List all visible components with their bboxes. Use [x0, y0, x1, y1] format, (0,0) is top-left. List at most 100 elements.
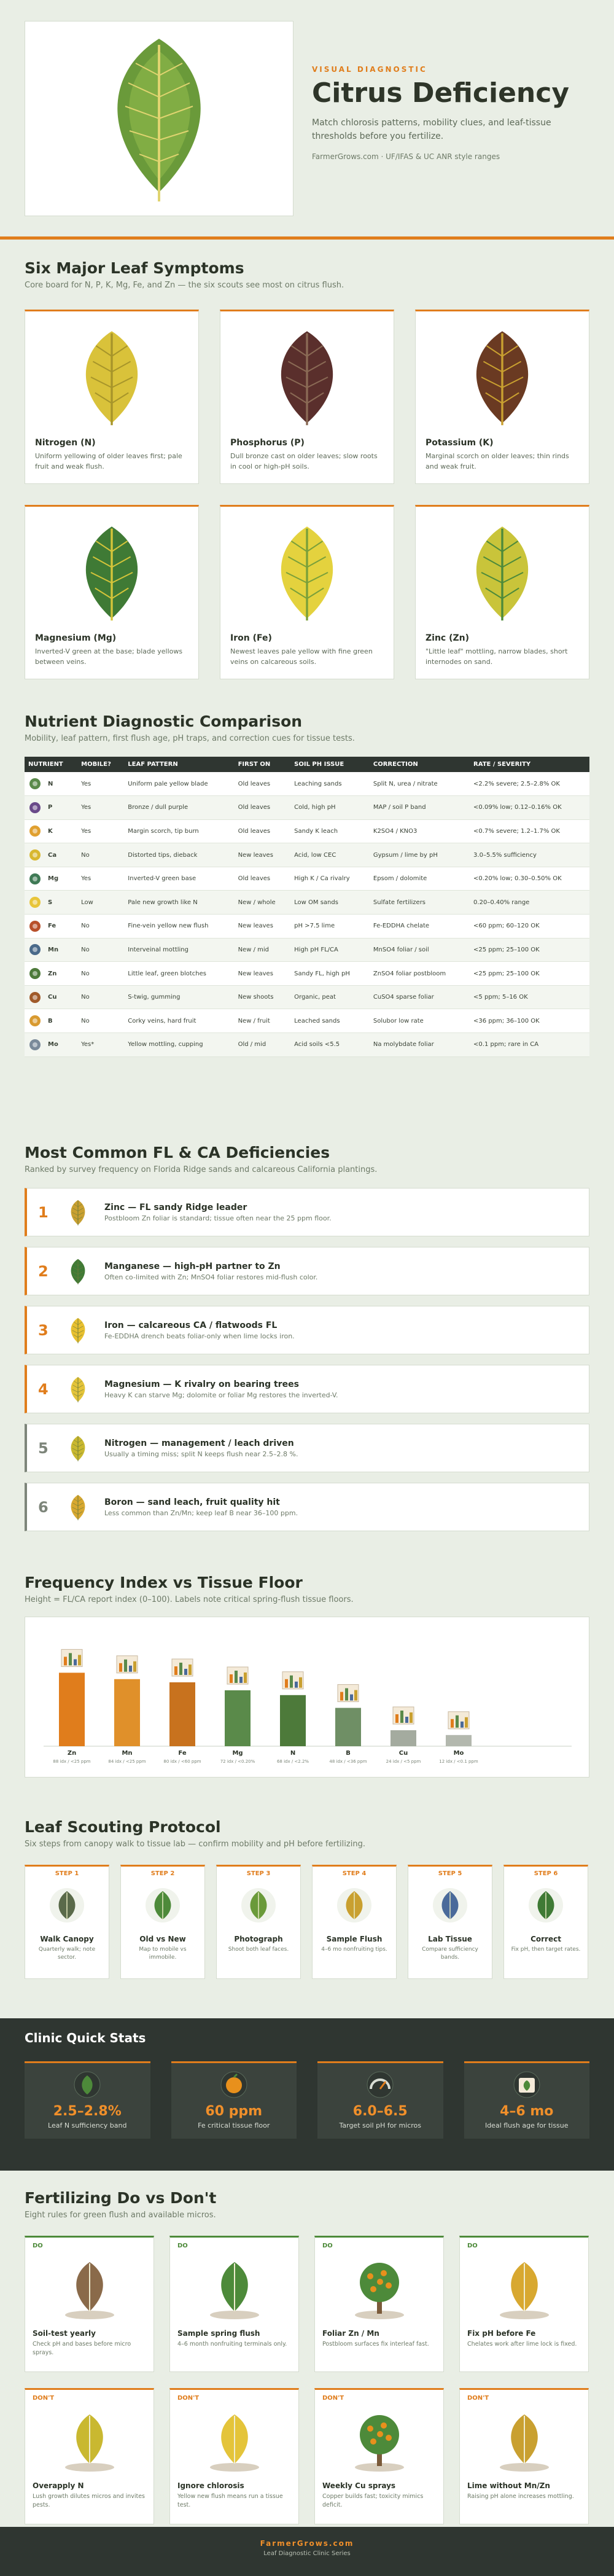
symptom-card[interactable]: Nitrogen (N) Uniform yellowing of older l… [25, 310, 199, 484]
nutrient-cell: Fe [25, 914, 78, 939]
deficiency-row[interactable]: 5 Nitrogen — management / leach driven Usu… [25, 1424, 589, 1472]
symptom-card[interactable]: Iron (Fe) Newest leaves pale yellow with … [220, 505, 394, 679]
card-image [177, 2404, 291, 2478]
footer-brand[interactable]: FarmerGrows.com [0, 2539, 614, 2548]
do-card[interactable]: DO Sample spring flush 4–6 month nonfruiti… [169, 2236, 299, 2372]
nutrient-icon [29, 778, 41, 790]
cell-first: New leaves [234, 914, 291, 939]
symptom-card[interactable]: Zinc (Zn) "Little leaf" mottling, narrow … [415, 505, 589, 679]
leaf-icon [476, 526, 529, 621]
dont-card[interactable]: DON'T Ignore chlorosis Yellow new flush me… [169, 2388, 299, 2524]
nutrient-icon [29, 873, 41, 884]
cell-fix: Epsom / dolomite [369, 867, 470, 891]
chart-bar [114, 1679, 140, 1746]
cell-ph: Leaching sands [290, 772, 370, 797]
deficiency-row[interactable]: 2 Manganese — high-pH partner to Zn Often … [25, 1247, 589, 1295]
nutrient-symbol-label: S [48, 899, 53, 906]
cell-first: New shoots [234, 985, 291, 1010]
cell-first: Old leaves [234, 819, 291, 844]
do-card[interactable]: DO Soil-test yearly Check pH and bases bef… [25, 2236, 154, 2372]
stat-value: 4–6 mo [500, 2104, 554, 2119]
table-row: Zn No Little leaf, green blotches New leave… [25, 961, 589, 986]
nutrient-table: NUTRIENT MOBILE? LEAF PATTERN FIRST ON SOIL … [25, 757, 589, 1057]
symptom-card[interactable]: Potassium (K) Marginal scorch on older le… [415, 310, 589, 484]
cell-pattern: Interveinal mottling [124, 938, 235, 962]
protocol-step[interactable]: STEP 3 Photograph Shoot both leaf faces. [216, 1865, 301, 1979]
do-dont-section: Fertilizing Do vs Don't Eight rules for … [0, 2171, 614, 2527]
symptom-image [230, 319, 384, 435]
symptom-name: Zinc (Zn) [426, 633, 470, 643]
step-title: Correct [530, 1935, 561, 1943]
nutrient-icon [29, 920, 41, 932]
table-header-cell: SOIL PH ISSUE [290, 757, 370, 772]
chart-category-label: Mo [454, 1750, 464, 1757]
symptom-name: Iron (Fe) [230, 633, 272, 643]
dont-card[interactable]: DON'T Overapply N Lush growth dilutes micr… [25, 2388, 154, 2524]
dodont-subtitle: Eight rules for green flush and availabl… [25, 2211, 216, 2220]
step-icon-wrap [29, 1881, 105, 1930]
stat-value: 60 ppm [205, 2104, 263, 2119]
protocol-steps: STEP 1 Walk Canopy Quarterly walk; note se… [25, 1865, 589, 1979]
table-header-cell: NUTRIENT [25, 757, 78, 772]
deficiency-row[interactable]: 4 Magnesium — K rivalry on bearing trees H… [25, 1365, 589, 1413]
table-header-cell: RATE / SEVERITY [470, 757, 589, 772]
cell-mobile: No [77, 914, 125, 939]
deficiency-icon [63, 1374, 93, 1405]
step-icon-wrap [125, 1881, 201, 1930]
bar-chart-icon [61, 1649, 83, 1667]
nutrient-symbol-label: Cu [48, 994, 57, 1001]
comparison-subtitle: Mobility, leaf pattern, first flush age,… [25, 734, 355, 743]
step-label: STEP 5 [438, 1870, 462, 1877]
cell-pattern: Bronze / dull purple [124, 795, 235, 820]
frequency-title: Frequency Index vs Tissue Floor [25, 1574, 303, 1591]
nutrient-symbol-label: Mn [48, 946, 59, 953]
step-description: Compare sufficiency bands. [422, 1946, 478, 1961]
cell-pattern: Little leaf, green blotches [124, 961, 235, 986]
step-title: Walk Canopy [40, 1935, 94, 1943]
symptom-grid: Nitrogen (N) Uniform yellowing of older l… [25, 310, 589, 679]
step-icon [50, 1888, 84, 1922]
deficiency-description: Heavy K can starve Mg; dolomite or folia… [104, 1391, 338, 1399]
step-description: 4–6 mo nonfruiting tips. [321, 1946, 387, 1953]
dont-card[interactable]: DON'T Weekly Cu sprays Copper builds fast;… [314, 2388, 444, 2524]
deficiency-icon [63, 1492, 93, 1523]
hero-leaf-image [25, 21, 293, 216]
do-card[interactable]: DO Foliar Zn / Mn Postbloom surfaces fix i… [314, 2236, 444, 2372]
cell-mobile: Yes* [77, 1032, 125, 1057]
chart-category-label: B [346, 1750, 351, 1757]
dont-card[interactable]: DON'T Lime without Mn/Zn Raising pH alone … [459, 2388, 589, 2524]
citrus-leaf-icon [117, 39, 201, 201]
chart-floor-label: 68 idx / <2.2% [277, 1759, 309, 1764]
protocol-step[interactable]: STEP 2 Old vs New Map to mobile vs immobil… [120, 1865, 205, 1979]
symptom-card[interactable]: Phosphorus (P) Dull bronze cast on older … [220, 310, 394, 484]
cell-fix: Solubor low rate [369, 1009, 470, 1034]
deficiency-row[interactable]: 6 Boron — sand leach, fruit quality hit Le… [25, 1483, 589, 1531]
illustration-icon [354, 2415, 404, 2472]
cell-ph: High K / Ca rivalry [290, 867, 370, 891]
deficiency-title: Nitrogen — management / leach driven [104, 1438, 294, 1448]
deficiency-row[interactable]: 3 Iron — calcareous CA / flatwoods FL Fe-E… [25, 1306, 589, 1354]
card-image [33, 2404, 146, 2478]
step-description: Quarterly walk; note sector. [38, 1946, 96, 1961]
nutrient-symbol: Cu [28, 991, 74, 1004]
protocol-step[interactable]: STEP 6 Correct Fix pH, then target rates. [503, 1865, 588, 1979]
cell-rate: <0.7% severe; 1.2–1.7% OK [470, 819, 589, 844]
nutrient-cell: B [25, 1009, 78, 1034]
leaf-icon [281, 331, 333, 426]
chart-bar [335, 1708, 361, 1746]
do-card[interactable]: DO Fix pH before Fe Chelates work after li… [459, 2236, 589, 2372]
protocol-title: Leaf Scouting Protocol [25, 1818, 221, 1836]
symptom-description: Inverted-V green at the base; blade yell… [35, 647, 183, 666]
cell-fix: Split N, urea / nitrate [369, 772, 470, 797]
protocol-step[interactable]: STEP 1 Walk Canopy Quarterly walk; note se… [25, 1865, 109, 1979]
protocol-step[interactable]: STEP 4 Sample Flush 4–6 mo nonfruiting tip… [312, 1865, 397, 1979]
cell-rate: <0.20% low; 0.30–0.50% OK [470, 867, 589, 891]
symptom-description: Marginal scorch on older leaves; thin ri… [426, 452, 569, 470]
deficiency-row[interactable]: 1 Zinc — FL sandy Ridge leader Postbloom Z… [25, 1188, 589, 1236]
card-title: Weekly Cu sprays [322, 2481, 396, 2490]
symptom-card[interactable]: Magnesium (Mg) Inverted-V green at the ba… [25, 505, 199, 679]
illustration-icon [209, 2262, 259, 2319]
protocol-step[interactable]: STEP 5 Lab Tissue Compare sufficiency band… [408, 1865, 492, 1979]
hero: VISUAL DIAGNOSTIC Citrus Deficiency Matc… [0, 0, 614, 240]
cell-rate: <2.2% severe; 2.5–2.8% OK [470, 772, 589, 797]
